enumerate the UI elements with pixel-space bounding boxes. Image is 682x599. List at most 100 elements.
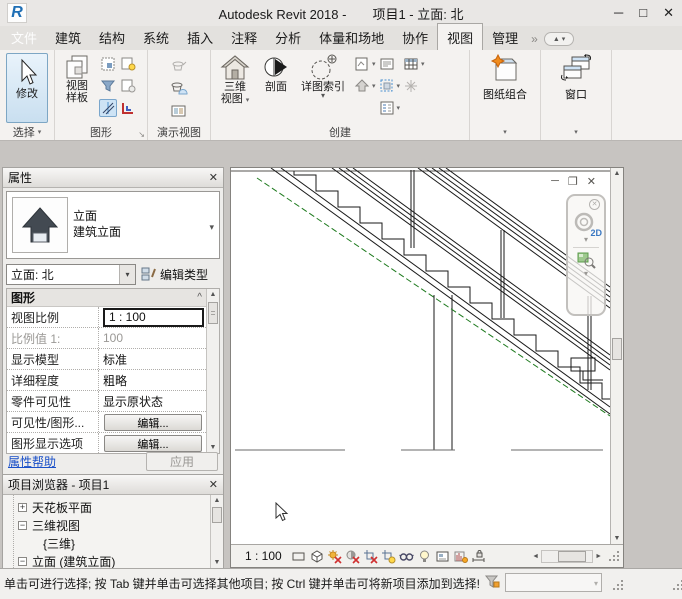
collapse-icon[interactable]: − [18,557,27,566]
graphic-display-edit-button[interactable]: 编辑... [104,435,202,452]
scrollbar-thumb[interactable] [558,551,586,562]
horizontal-scrollbar[interactable]: ◄ ► [530,550,620,563]
workset-combo[interactable]: ▾ [505,573,602,592]
scroll-up-icon[interactable]: ▲ [211,495,223,506]
group-header-graphics[interactable]: 图形 ^ [7,289,206,307]
steering-wheel-icon[interactable]: 2D [573,212,599,236]
visibility-graphics-icon[interactable] [99,55,117,73]
scrollbar-thumb[interactable] [208,302,218,324]
tab-systems[interactable]: 系统 [134,24,178,50]
expand-icon[interactable]: + [18,503,27,512]
section-button[interactable]: 剖面 [257,52,295,124]
cut-profile-icon[interactable] [119,99,137,117]
selection-filter-icon[interactable] [484,574,500,592]
shadows-off-icon[interactable] [344,548,362,565]
tab-architecture[interactable]: 建筑 [46,24,90,50]
combo-dropdown-icon[interactable]: ▾ [119,265,135,284]
drafting-view-icon[interactable] [378,55,396,73]
view-template-button[interactable]: 视图 样板 [57,52,97,124]
tree-item-3d-views[interactable]: − 三维视图 [3,516,223,534]
type-selector-dropdown-icon[interactable]: ▾ [209,222,214,233]
scroll-left-icon[interactable]: ◄ [530,553,541,560]
window-panel-title[interactable]: 窗口 [565,86,587,102]
tab-collaborate[interactable]: 协作 [393,24,437,50]
tab-file[interactable]: 文件 [2,24,46,50]
3d-view-button[interactable]: 三维 视图 ▾ [213,52,257,124]
window-resize-grip[interactable] [672,579,682,591]
tab-overflow-icon[interactable]: » [531,32,538,46]
dialog-launcher-icon[interactable]: ↘ [138,130,145,139]
drawing-canvas[interactable]: ─ ❐ ✕ ✕ 2D ▾ ▾ [231,168,610,544]
detail-level-value[interactable]: 粗略 [99,372,206,389]
render-icon[interactable] [170,56,188,74]
render-in-cloud-icon[interactable] [170,79,188,97]
vertical-scrollbar[interactable]: ▲ ▼ [610,168,623,544]
crop-view-off-icon[interactable] [362,548,380,565]
scroll-up-icon[interactable]: ▲ [207,289,219,300]
visual-style-icon[interactable] [308,548,326,565]
show-crop-region-icon[interactable] [380,548,398,565]
group-collapse-icon[interactable]: ^ [197,292,202,303]
tab-insert[interactable]: 插入 [178,24,222,50]
duplicate-view-icon[interactable] [378,77,396,95]
panel-label-graphics[interactable]: 图形 ↘ [55,124,147,140]
scale-button[interactable]: 1 : 100 [245,549,282,563]
zoom-icon[interactable] [576,251,596,269]
apply-button[interactable]: 应用 [146,452,218,471]
view-minimize-icon[interactable]: ─ [551,175,559,188]
view-resize-grip[interactable] [608,550,620,562]
tab-annotate[interactable]: 注释 [222,24,266,50]
tab-manage[interactable]: 管理 [483,24,527,50]
temporary-view-properties-icon[interactable] [434,548,452,565]
tab-analyze[interactable]: 分析 [266,24,310,50]
project-browser-close-icon[interactable]: ✕ [209,478,218,491]
navbar-close-icon[interactable]: ✕ [589,199,600,210]
scrollbar-thumb[interactable] [612,338,622,360]
scroll-right-icon[interactable]: ► [593,553,604,560]
properties-close-icon[interactable]: ✕ [209,171,218,184]
minimize-button[interactable]: ─ [614,4,623,21]
modify-button[interactable]: 修改 [6,53,48,123]
close-button[interactable]: ✕ [663,4,674,21]
show-constraints-icon[interactable] [470,548,488,565]
tree-item-elevations[interactable]: − 立面 (建筑立面) [3,552,223,568]
view-scale-value[interactable]: 1 : 100 [103,308,204,327]
scrollbar-thumb[interactable] [212,507,222,523]
parts-visibility-value[interactable]: 显示原状态 [99,393,206,410]
temporary-hide-isolate-icon[interactable] [398,548,416,565]
panel-label-select[interactable]: 选择▾ [0,124,54,140]
ribbon-minimize-toggle[interactable]: ▲ ▾ [544,32,574,46]
switch-windows-icon[interactable] [560,54,592,82]
tab-massing-site[interactable]: 体量和场地 [310,24,393,50]
sheet-panel-title[interactable]: 图纸组合 [483,86,527,102]
properties-header[interactable]: 属性 ✕ [3,168,223,188]
show-hidden-lines-icon[interactable] [119,55,137,73]
render-gallery-icon[interactable] [170,102,188,120]
reveal-hidden-elements-icon[interactable] [416,548,434,565]
window-panel-expander[interactable]: ▾ [541,124,611,140]
sheet-icon[interactable] [490,54,520,82]
schedules-icon[interactable] [402,55,420,73]
browser-scrollbar[interactable]: ▲ ▼ [210,495,223,568]
properties-scrollbar[interactable]: ▲ ▼ [206,289,219,453]
tab-structure[interactable]: 结构 [90,24,134,50]
elevation-icon[interactable] [353,77,371,95]
properties-help-link[interactable]: 属性帮助 [8,453,56,470]
type-selector[interactable]: 立面 建筑立面 ▾ [6,191,220,259]
plan-views-icon[interactable] [353,55,371,73]
project-browser-header[interactable]: 项目浏览器 - 项目1 ✕ [3,475,223,495]
scroll-down-icon[interactable]: ▼ [611,533,623,544]
view-close-icon[interactable]: ✕ [587,175,596,188]
sun-path-off-icon[interactable] [326,548,344,565]
maximize-button[interactable]: □ [639,4,647,21]
legends-icon[interactable] [378,99,396,117]
scroll-up-icon[interactable]: ▲ [611,168,623,179]
tab-view[interactable]: 视图 [437,23,483,50]
instance-filter-combo[interactable]: 立面: 北 ▾ [6,264,136,285]
remove-hidden-lines-icon[interactable] [119,77,137,95]
hide-analytical-model-icon[interactable] [452,548,470,565]
zoom-dropdown-icon[interactable]: ▾ [568,270,604,278]
display-model-value[interactable]: 标准 [99,351,206,368]
visibility-graphics-edit-button[interactable]: 编辑... [104,414,202,431]
collapse-icon[interactable]: − [18,521,27,530]
